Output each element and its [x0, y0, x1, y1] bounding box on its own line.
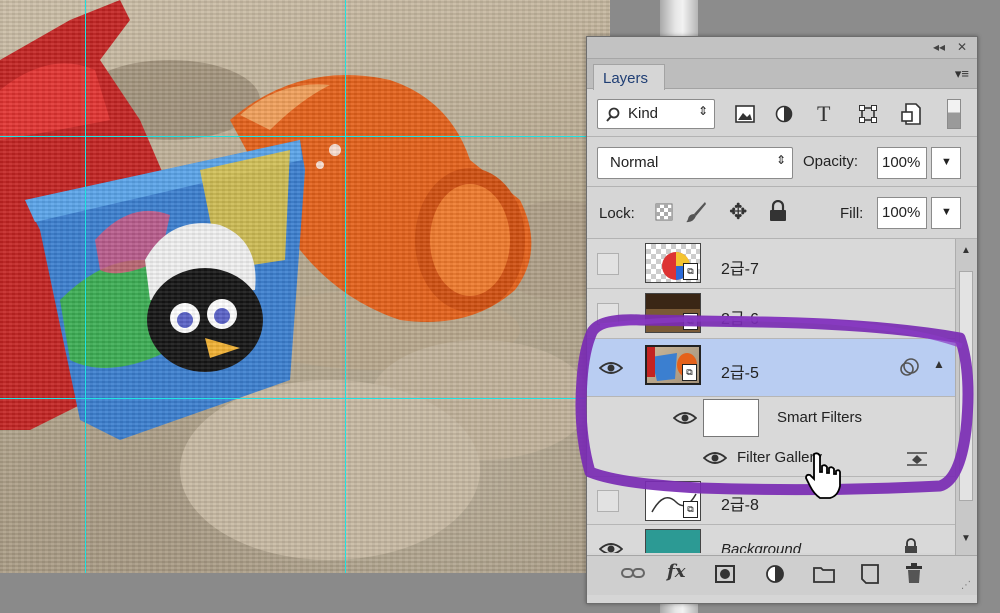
filter-kind-select[interactable]: Kind ⇕ — [597, 99, 715, 129]
layer-name[interactable]: 2급-8 — [721, 491, 759, 515]
layer-thumbnail: ⧉ — [645, 243, 701, 283]
blend-mode-select[interactable]: Normal ⇕ — [597, 147, 793, 179]
guide-horizontal[interactable] — [0, 136, 610, 137]
layer-name[interactable]: 2급-5 — [721, 359, 759, 383]
layer-row-background[interactable]: Background — [587, 525, 955, 553]
lock-all-icon[interactable] — [769, 200, 787, 222]
eye-icon[interactable] — [703, 451, 727, 465]
link-layers-icon[interactable] — [621, 566, 645, 580]
group-folder-icon[interactable] — [813, 565, 835, 583]
layers-list[interactable]: ⧉ 2급-7 ⧉ 2급-6 ⧉ 2급-5 ▲ Smart Filters Fil… — [587, 239, 955, 553]
layer-name[interactable]: 2급-6 — [721, 305, 759, 329]
filter-gallery-row[interactable]: Filter Gallery — [587, 441, 955, 477]
fill-label: Fill: — [840, 205, 864, 222]
opacity-label: Opacity: — [803, 153, 859, 170]
layer-thumbnail: ⧉ — [645, 345, 701, 385]
guide-vertical[interactable] — [345, 0, 346, 573]
search-icon — [606, 107, 620, 122]
opacity-input[interactable]: 100% — [877, 147, 927, 179]
guide-horizontal[interactable] — [0, 398, 610, 399]
filter-gallery-label[interactable]: Filter Gallery — [737, 449, 822, 466]
lock-transparent-icon[interactable] — [655, 203, 673, 221]
collapse-panel-icon[interactable]: ◂◂ — [933, 40, 945, 54]
mask-icon[interactable] — [715, 565, 735, 583]
panel-title-bar[interactable]: ◂◂ ✕ — [587, 37, 977, 59]
smart-filter-indicator-icon[interactable] — [899, 357, 921, 377]
layers-scrollbar[interactable]: ▲ ▼ — [955, 239, 977, 555]
filter-row: Kind ⇕ T — [587, 91, 977, 137]
opacity-value: 100% — [882, 154, 921, 171]
fill-dropdown[interactable]: ▼ — [931, 197, 961, 229]
layer-row[interactable]: ⧉ 2급-7 — [587, 239, 955, 289]
filter-toggle-switch[interactable] — [947, 99, 961, 129]
fx-icon[interactable]: fx — [667, 561, 685, 582]
smart-object-badge-icon: ⧉ — [682, 364, 697, 381]
canvas-texture-overlay — [0, 0, 610, 573]
layer-row-selected[interactable]: ⧉ 2급-5 ▲ — [587, 339, 955, 397]
visibility-toggle-off[interactable] — [597, 490, 619, 512]
chevron-updown-icon: ⇕ — [697, 104, 708, 118]
lock-row: Lock: ✥ Fill: 100% ▼ — [587, 187, 977, 239]
layers-panel: ◂◂ ✕ Layers ▾≡ Kind ⇕ T Normal ⇕ Opacity… — [586, 36, 978, 604]
layer-thumbnail: ⧉ — [645, 293, 701, 333]
document-canvas[interactable] — [0, 0, 610, 573]
smart-filters-row[interactable]: Smart Filters — [587, 397, 955, 441]
smart-object-badge-icon: ⧉ — [683, 501, 698, 518]
visibility-toggle-off[interactable] — [597, 303, 619, 325]
smart-filters-label[interactable]: Smart Filters — [777, 409, 862, 426]
image-filter-icon[interactable] — [735, 105, 755, 123]
smart-object-filter-icon[interactable] — [901, 103, 921, 125]
chevron-updown-icon: ⇕ — [775, 153, 786, 167]
panel-tabs: Layers ▾≡ — [587, 59, 977, 90]
visibility-toggle-off[interactable] — [597, 253, 619, 275]
filter-kind-label: Kind — [628, 105, 659, 122]
tab-layers[interactable]: Layers — [593, 64, 665, 90]
trash-icon[interactable] — [905, 562, 923, 584]
layer-locked-icon — [905, 538, 917, 553]
layer-row[interactable]: ⧉ 2급-6 — [587, 289, 955, 339]
adjustment-layer-icon[interactable] — [765, 564, 785, 584]
chevron-down-icon: ▼ — [941, 206, 952, 218]
lock-pixels-brush-icon[interactable] — [685, 201, 707, 223]
guide-vertical[interactable] — [85, 0, 86, 573]
layer-name[interactable]: Background — [721, 541, 801, 553]
layer-thumbnail: ⧉ — [645, 481, 701, 521]
smart-object-badge-icon: ⧉ — [683, 263, 698, 280]
resize-grip-icon[interactable]: ⋰ — [961, 580, 971, 591]
eye-icon[interactable] — [673, 411, 697, 425]
lock-label: Lock: — [599, 205, 635, 222]
close-panel-icon[interactable]: ✕ — [957, 40, 967, 54]
lock-position-move-icon[interactable]: ✥ — [729, 199, 747, 225]
blend-mode-value: Normal — [610, 154, 659, 171]
layer-row[interactable]: ⧉ 2급-8 — [587, 477, 955, 525]
adjustment-filter-icon[interactable] — [775, 105, 793, 123]
blend-row: Normal ⇕ Opacity: 100% ▼ — [587, 137, 977, 187]
new-layer-icon[interactable] — [861, 564, 879, 584]
smart-object-badge-icon: ⧉ — [683, 313, 698, 330]
eye-icon[interactable] — [599, 542, 623, 553]
chevron-down-icon: ▼ — [941, 156, 952, 168]
layer-name[interactable]: 2급-7 — [721, 255, 759, 279]
scroll-up-icon[interactable]: ▲ — [961, 245, 971, 256]
panel-menu-icon[interactable]: ▾≡ — [955, 66, 969, 82]
scrollbar-thumb[interactable] — [959, 271, 973, 501]
shape-filter-icon[interactable] — [859, 105, 877, 123]
eye-icon[interactable] — [599, 361, 623, 375]
expand-effects-triangle-icon[interactable]: ▲ — [933, 357, 945, 371]
opacity-dropdown[interactable]: ▼ — [931, 147, 961, 179]
background-thumbnail — [645, 529, 701, 553]
fill-input[interactable]: 100% — [877, 197, 927, 229]
smart-filter-mask-thumbnail[interactable] — [703, 399, 759, 437]
blending-options-icon[interactable] — [905, 451, 929, 467]
scroll-down-icon[interactable]: ▼ — [961, 533, 971, 544]
layers-footer: fx ⋰ — [587, 555, 977, 595]
canvas-bottom-margin — [0, 573, 610, 613]
type-filter-icon[interactable]: T — [817, 101, 830, 127]
fill-value: 100% — [882, 204, 921, 221]
